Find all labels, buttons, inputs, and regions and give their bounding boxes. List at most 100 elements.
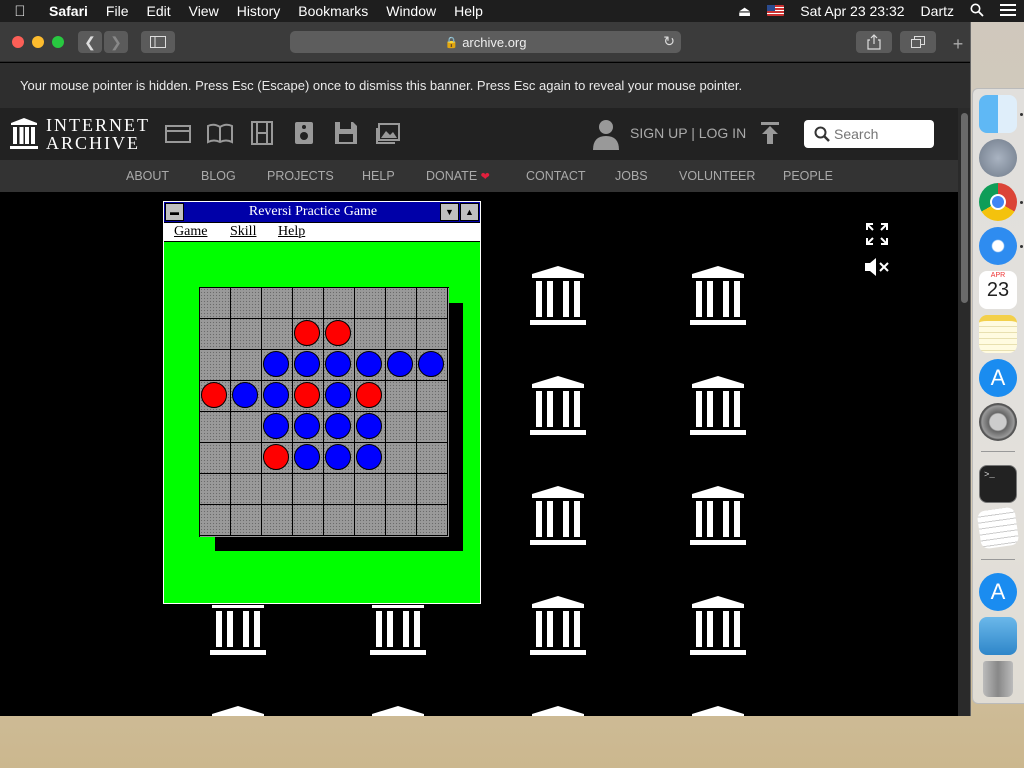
nav-volunteer[interactable]: VOLUNTEER <box>679 169 755 183</box>
board-cell[interactable] <box>386 350 417 381</box>
board-cell[interactable] <box>355 288 386 319</box>
board-cell[interactable] <box>386 505 417 536</box>
calendar-icon[interactable]: APR 23 <box>979 271 1017 309</box>
nav-projects[interactable]: PROJECTS <box>267 169 334 183</box>
reversi-window[interactable]: ▬ Reversi Practice Game ▼ ▲ Game Skill H… <box>162 200 482 605</box>
board-cell[interactable] <box>324 412 355 443</box>
board-cell[interactable] <box>293 443 324 474</box>
close-window-button[interactable] <box>12 36 24 48</box>
board-cell[interactable] <box>324 288 355 319</box>
board-cell[interactable] <box>262 381 293 412</box>
board-cell[interactable] <box>417 412 448 443</box>
menu-app-name[interactable]: Safari <box>40 3 97 19</box>
menu-help[interactable]: Help <box>445 3 492 19</box>
new-tab-button[interactable]: + <box>945 34 970 60</box>
reversi-board[interactable] <box>199 287 449 537</box>
textedit-icon[interactable] <box>976 506 1020 550</box>
control-menu-icon[interactable]: ▬ <box>165 203 184 221</box>
board-cell[interactable] <box>386 381 417 412</box>
forward-button[interactable]: ❯ <box>104 31 128 53</box>
nav-donate[interactable]: DONATE ❤ <box>426 169 490 183</box>
board-cell[interactable] <box>417 443 448 474</box>
trash-icon[interactable] <box>983 661 1013 697</box>
nav-about[interactable]: ABOUT <box>126 169 169 183</box>
board-cell[interactable] <box>417 350 448 381</box>
web-archive-icon[interactable] <box>165 120 191 146</box>
launchpad-icon[interactable] <box>979 139 1017 177</box>
app-store-icon[interactable]: A <box>979 359 1017 397</box>
tab-overview-button[interactable] <box>900 31 936 53</box>
board-cell[interactable] <box>200 319 231 350</box>
menu-edit[interactable]: Edit <box>137 3 179 19</box>
board-cell[interactable] <box>324 319 355 350</box>
search-input[interactable] <box>834 126 929 142</box>
board-cell[interactable] <box>262 319 293 350</box>
board-cell[interactable] <box>231 381 262 412</box>
board-cell[interactable] <box>262 288 293 319</box>
board-cell[interactable] <box>231 505 262 536</box>
menubar-clock[interactable]: Sat Apr 23 23:32 <box>792 3 912 19</box>
signup-login-link[interactable]: SIGN UP | LOG IN <box>630 125 746 141</box>
board-cell[interactable] <box>231 443 262 474</box>
board-cell[interactable] <box>231 474 262 505</box>
board-cell[interactable] <box>262 505 293 536</box>
board-cell[interactable] <box>200 350 231 381</box>
board-cell[interactable] <box>386 319 417 350</box>
maximize-arrow-icon[interactable]: ▲ <box>460 203 479 221</box>
board-cell[interactable] <box>293 319 324 350</box>
board-cell[interactable] <box>293 412 324 443</box>
board-cell[interactable] <box>262 412 293 443</box>
notification-center-icon[interactable] <box>992 3 1024 19</box>
board-cell[interactable] <box>200 474 231 505</box>
board-cell[interactable] <box>417 505 448 536</box>
software-floppy-icon[interactable] <box>333 120 359 146</box>
reversi-menu-help[interactable]: Help <box>278 224 305 240</box>
back-button[interactable]: ❮ <box>78 31 102 53</box>
upload-icon[interactable] <box>760 122 780 144</box>
menu-bookmarks[interactable]: Bookmarks <box>289 3 377 19</box>
zoom-window-button[interactable] <box>52 36 64 48</box>
board-cell[interactable] <box>293 474 324 505</box>
system-preferences-icon[interactable] <box>979 403 1017 441</box>
reversi-title-bar[interactable]: ▬ Reversi Practice Game ▼ ▲ <box>164 202 480 223</box>
menu-view[interactable]: View <box>180 3 228 19</box>
board-cell[interactable] <box>355 350 386 381</box>
ia-logo[interactable]: INTERNET ARCHIVE <box>10 116 150 152</box>
board-cell[interactable] <box>262 474 293 505</box>
app-store-folder-icon[interactable]: A <box>979 573 1017 611</box>
board-cell[interactable] <box>417 474 448 505</box>
board-cell[interactable] <box>324 474 355 505</box>
menubar-user[interactable]: Dartz <box>913 3 962 19</box>
nav-people[interactable]: PEOPLE <box>783 169 833 183</box>
eject-icon[interactable]: ⏏ <box>730 3 759 20</box>
board-cell[interactable] <box>324 505 355 536</box>
nav-blog[interactable]: BLOG <box>201 169 236 183</box>
nav-contact[interactable]: CONTACT <box>526 169 586 183</box>
board-cell[interactable] <box>355 319 386 350</box>
page-scrollbar[interactable] <box>958 108 970 716</box>
minimize-arrow-icon[interactable]: ▼ <box>440 203 459 221</box>
terminal-icon[interactable]: >_ <box>979 465 1017 503</box>
mute-icon[interactable] <box>864 256 890 278</box>
board-cell[interactable] <box>293 288 324 319</box>
board-cell[interactable] <box>231 319 262 350</box>
images-icon[interactable] <box>375 120 401 146</box>
board-cell[interactable] <box>417 319 448 350</box>
board-cell[interactable] <box>355 505 386 536</box>
board-cell[interactable] <box>200 505 231 536</box>
nav-help[interactable]: HELP <box>362 169 395 183</box>
menu-file[interactable]: File <box>97 3 138 19</box>
texts-book-icon[interactable] <box>207 120 233 146</box>
board-cell[interactable] <box>231 288 262 319</box>
board-cell[interactable] <box>262 443 293 474</box>
reload-icon[interactable]: ↻ <box>663 33 675 50</box>
board-cell[interactable] <box>324 381 355 412</box>
apple-menu-icon[interactable]:  <box>0 3 40 20</box>
board-cell[interactable] <box>355 412 386 443</box>
notes-icon[interactable] <box>979 315 1017 353</box>
board-cell[interactable] <box>417 381 448 412</box>
board-cell[interactable] <box>355 443 386 474</box>
menu-history[interactable]: History <box>228 3 290 19</box>
board-cell[interactable] <box>231 350 262 381</box>
fullscreen-icon[interactable] <box>865 222 889 246</box>
